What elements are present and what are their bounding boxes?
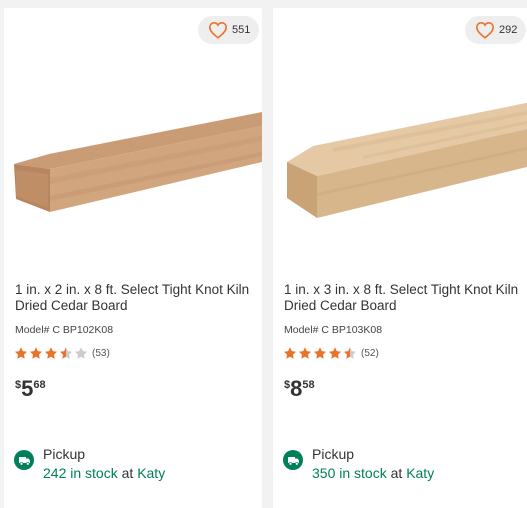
product-title[interactable]: 1 in. x 3 in. x 8 ft. Select Tight Knot … bbox=[284, 282, 524, 314]
star-icon bbox=[314, 347, 326, 359]
product-card[interactable]: 292 1 in. x 3 in. x 8 ft. Select Tight K… bbox=[273, 8, 527, 508]
star-rating bbox=[283, 346, 357, 360]
star-icon bbox=[284, 347, 296, 359]
product-card[interactable]: 551 1 in. x 2 in. x 8 ft. Select Tight K… bbox=[4, 8, 262, 508]
star-icon bbox=[75, 347, 87, 359]
price: $ 5 68 bbox=[15, 376, 46, 402]
price-cents: 68 bbox=[33, 379, 46, 391]
favorite-button[interactable]: 551 bbox=[198, 16, 260, 44]
star-icon bbox=[329, 347, 341, 359]
star-icon bbox=[45, 347, 57, 359]
product-image[interactable] bbox=[4, 48, 262, 248]
pickup-label: Pickup bbox=[312, 446, 355, 462]
star-icon bbox=[15, 347, 27, 359]
heart-icon bbox=[208, 21, 228, 39]
stock-status: 242 in stock at Katy bbox=[43, 465, 165, 481]
price-dollars: 5 bbox=[21, 376, 34, 401]
product-title[interactable]: 1 in. x 2 in. x 8 ft. Select Tight Knot … bbox=[15, 282, 255, 314]
stock-count: 242 in stock bbox=[43, 465, 118, 481]
stock-at: at bbox=[117, 465, 138, 481]
price: $ 8 58 bbox=[284, 376, 315, 402]
star-rating bbox=[14, 346, 88, 360]
model-number: Model# C BP102K08 bbox=[15, 324, 114, 336]
favorite-count: 292 bbox=[499, 24, 518, 36]
favorite-count: 551 bbox=[232, 24, 251, 36]
heart-icon bbox=[475, 21, 495, 39]
rating[interactable]: (53) bbox=[14, 346, 110, 360]
favorite-button[interactable]: 292 bbox=[465, 16, 527, 44]
stock-count: 350 in stock bbox=[312, 465, 387, 481]
star-icon bbox=[60, 347, 72, 359]
star-icon bbox=[30, 347, 42, 359]
rating[interactable]: (52) bbox=[283, 346, 379, 360]
review-count: (53) bbox=[92, 347, 110, 359]
pickup-icon bbox=[283, 450, 303, 470]
stock-status: 350 in stock at Katy bbox=[312, 465, 434, 481]
price-cents: 58 bbox=[302, 379, 315, 391]
star-icon bbox=[344, 347, 356, 359]
star-icon bbox=[299, 347, 311, 359]
price-dollars: 8 bbox=[290, 376, 303, 401]
review-count: (52) bbox=[361, 347, 379, 359]
model-number: Model# C BP103K08 bbox=[284, 324, 383, 336]
stock-at: at bbox=[386, 465, 407, 481]
store-link[interactable]: Katy bbox=[406, 465, 434, 481]
pickup-icon bbox=[14, 450, 34, 470]
store-link[interactable]: Katy bbox=[137, 465, 165, 481]
product-image[interactable] bbox=[273, 48, 527, 248]
pickup-label: Pickup bbox=[43, 446, 86, 462]
